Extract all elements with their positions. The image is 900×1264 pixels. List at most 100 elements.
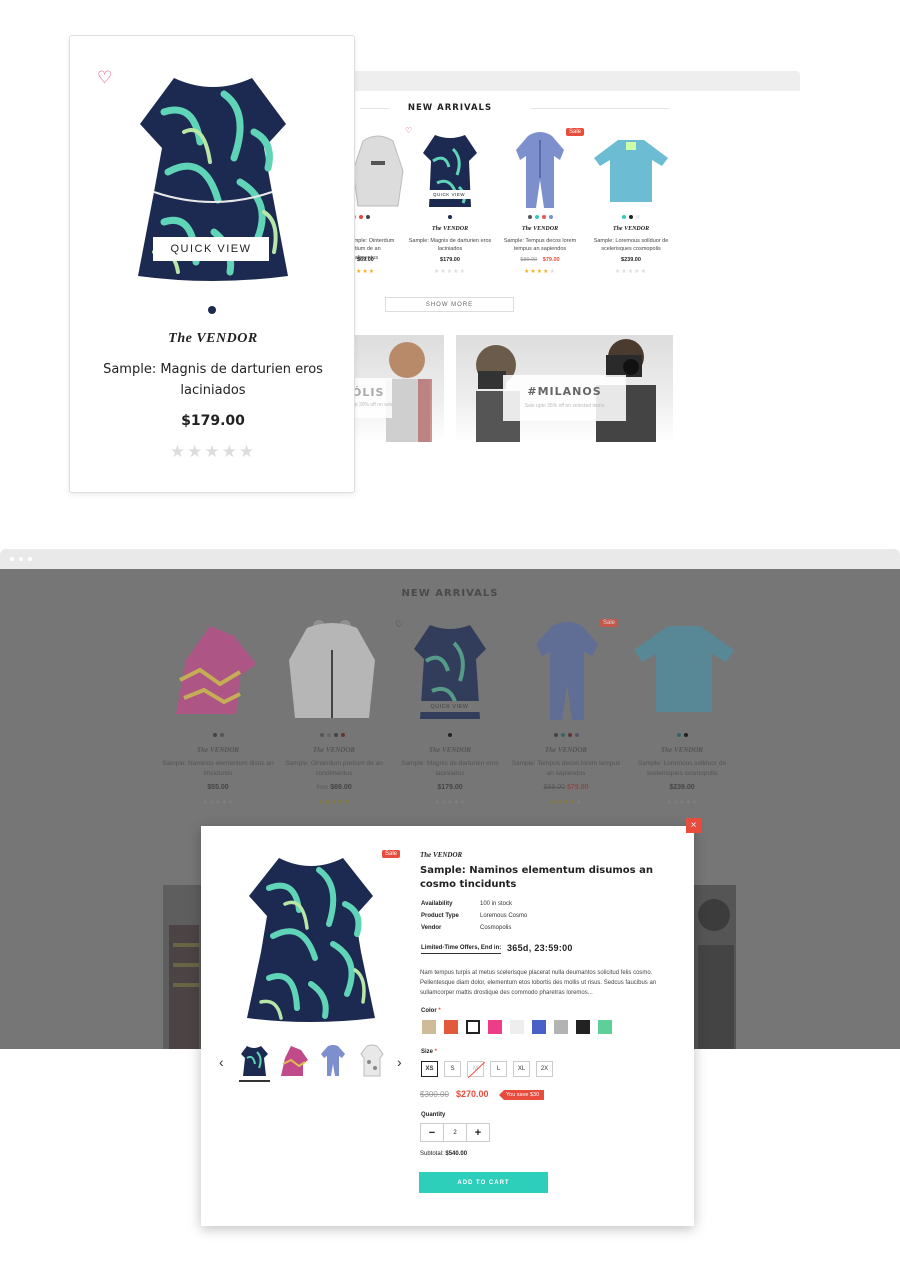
product-title: Sample: Naminos elementum disumos an cos… <box>420 865 653 890</box>
color-dots[interactable] <box>495 215 585 219</box>
plus-icon[interactable]: + <box>467 1124 489 1141</box>
rating-stars: ★★★★★ <box>434 269 466 275</box>
color-swatch[interactable] <box>598 1020 612 1034</box>
quick-view-button[interactable]: QUICK VIEW <box>153 237 269 261</box>
wishlist-icon[interactable]: ♡ <box>395 619 403 630</box>
quick-view-button[interactable]: QUICK VIEW <box>418 701 481 712</box>
product-card[interactable] <box>586 128 676 214</box>
size-option[interactable]: XS <box>421 1061 438 1077</box>
product-price: $239.00 <box>621 257 641 263</box>
quantity-label: Quantity <box>421 1112 446 1118</box>
quick-view-modal: Sale ‹ › The VENDOR Sample: Naminos elem… <box>201 826 694 1226</box>
rating-stars: ★★★★★ <box>666 799 698 806</box>
size-option[interactable]: L <box>490 1061 507 1077</box>
thumbnail[interactable] <box>318 1044 349 1082</box>
color-swatch[interactable] <box>532 1020 546 1034</box>
chevron-right-icon[interactable]: › <box>397 1054 402 1070</box>
color-swatch[interactable] <box>576 1020 590 1034</box>
rating-stars: ★★★★★ <box>169 442 257 461</box>
product-image[interactable] <box>586 128 676 214</box>
product-name[interactable]: Sample: Loremous sollduor de scelerisque… <box>586 237 676 254</box>
product-price-row: $89.00 $79.00 <box>495 257 585 263</box>
wishlist-icon[interactable]: ♡ <box>97 68 112 88</box>
thumbnail[interactable] <box>239 1044 270 1082</box>
product-image[interactable] <box>285 620 380 725</box>
rating-stars: ★★★★★ <box>524 269 556 275</box>
spec-value: Loremous Cosmo <box>480 913 528 919</box>
thumbnail[interactable] <box>357 1044 388 1082</box>
rating-stars: ★★★★★ <box>615 269 647 275</box>
subtotal: Subtotal: $540.00 <box>420 1151 468 1157</box>
color-dots[interactable] <box>405 215 495 219</box>
vendor-label: The VENDOR <box>544 746 588 754</box>
size-option[interactable]: XL <box>513 1061 530 1077</box>
quantity-input[interactable]: 2 <box>443 1124 467 1141</box>
product-image[interactable] <box>530 620 605 725</box>
sale-price: $79.00 <box>542 257 560 263</box>
product-card[interactable] <box>495 128 585 214</box>
featured-product-card[interactable]: ♡ QUICK VIEW The VENDOR Sample: Magnis d… <box>69 35 355 493</box>
product-name[interactable]: Sample: Magnis de darturien eros lacinia… <box>405 237 495 254</box>
countdown-timer: 365d, 23:59:00 <box>507 943 573 953</box>
spec-value: 100 in stock <box>480 901 513 907</box>
quick-view-button[interactable]: QUICK VIEW <box>423 190 475 199</box>
color-swatch[interactable] <box>554 1020 568 1034</box>
product-price-row: from $69.00 <box>316 784 352 791</box>
rating-stars: ★★★★★ <box>202 799 234 806</box>
show-more-button[interactable]: SHOW MORE <box>385 297 514 312</box>
rating-stars: ★★★★★ <box>318 799 350 806</box>
product-image[interactable] <box>405 128 495 214</box>
color-swatch[interactable] <box>422 1020 436 1034</box>
offer-label: Limited-Time Offers, End in: <box>421 945 502 954</box>
thumbnail[interactable] <box>279 1044 310 1082</box>
color-swatch[interactable] <box>488 1020 502 1034</box>
product-price: $69.00 <box>357 257 374 263</box>
browser-bar <box>0 549 900 569</box>
rating-stars: ★★★★★ <box>434 799 466 806</box>
vendor-label: The VENDOR <box>196 746 240 754</box>
product-name[interactable]: Sample: Magnis de darturien eros lacinia… <box>394 759 506 779</box>
rating-stars: ★★★★★ <box>550 799 582 806</box>
color-dots[interactable] <box>586 215 676 219</box>
close-icon[interactable]: × <box>686 818 701 833</box>
old-price: $300.00 <box>420 1090 449 1099</box>
you-save-badge: You save $30 <box>499 1090 545 1100</box>
banner-background <box>163 885 201 1049</box>
product-name[interactable]: Sample: Loremous sollduor de scelerisque… <box>626 759 738 779</box>
vendor-label: The VENDOR <box>428 746 472 754</box>
section-title: NEW ARRIVALS <box>401 588 499 599</box>
product-image[interactable] <box>495 128 585 214</box>
product-name[interactable]: Sample: Naminos elementum disus an tinci… <box>162 759 274 779</box>
product-name[interactable]: Sample: Tempus decos lorem tempus an sap… <box>510 759 622 779</box>
spec-label: Availability <box>421 901 453 907</box>
add-to-cart-button[interactable]: ADD TO CART <box>419 1172 548 1193</box>
product-price: $55.00 <box>207 784 229 791</box>
vendor-label: The VENDOR <box>168 331 258 346</box>
color-swatch[interactable] <box>510 1020 524 1034</box>
color-swatch-selected[interactable] <box>466 1020 480 1034</box>
promo-banner[interactable]: #MILANOS Sale upto 35% off on selected i… <box>456 335 673 442</box>
product-image[interactable] <box>170 620 260 720</box>
size-option-unavailable: M <box>467 1061 485 1078</box>
banner-subtitle: up 30% off on selected items <box>352 402 392 408</box>
chevron-left-icon[interactable]: ‹ <box>219 1054 224 1070</box>
product-card[interactable]: QUICK VIEW <box>405 128 495 214</box>
size-option[interactable]: 2X <box>536 1061 553 1077</box>
top-title-row: NEW ARRIVALS <box>360 101 670 117</box>
color-swatch-dot[interactable] <box>208 306 216 314</box>
size-option[interactable]: S <box>444 1061 461 1077</box>
product-name[interactable]: Sample: Ointerdum pretium de an condimen… <box>278 759 390 779</box>
banner-subtitle: Sale upto 35% off on selected items <box>524 403 605 409</box>
banner-background <box>694 885 736 1049</box>
promo-banner[interactable]: ÓLIS up 30% off on selected items <box>352 335 444 442</box>
product-main-image[interactable] <box>245 854 377 1024</box>
product-image[interactable] <box>630 622 738 717</box>
color-swatch[interactable] <box>444 1020 458 1034</box>
vendor-label: The VENDOR <box>431 226 469 232</box>
color-dots[interactable] <box>352 215 374 219</box>
product-name[interactable]: Sample: Tempus decos lorem tempus an sap… <box>495 237 585 254</box>
product-name[interactable]: Sample: Magnis de darturien eros lacinia… <box>100 359 326 401</box>
product-price: $179.00 <box>181 413 245 429</box>
spec-value: Cosmopolis <box>480 925 512 931</box>
minus-icon[interactable]: − <box>421 1124 443 1141</box>
